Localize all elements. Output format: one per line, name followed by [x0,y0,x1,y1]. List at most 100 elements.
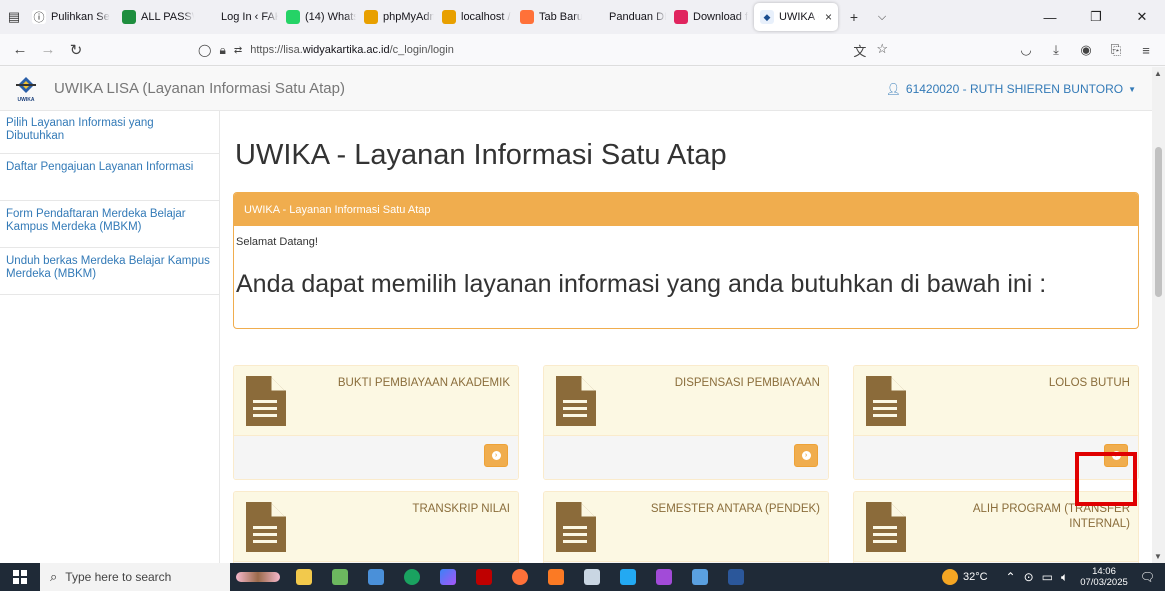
windows-start-icon[interactable] [0,563,40,591]
close-window-icon[interactable]: ✕ [1119,0,1165,34]
weather-widget[interactable]: 32°C [941,569,988,585]
filezilla-icon[interactable] [466,563,502,591]
sidebar-item-form-mbkm[interactable]: Form Pendaftaran Merdeka Belajar Kampus … [0,201,219,248]
url-bar[interactable]: ◯ 🔒︎ ⇄ https://lisa. widyakartika.ac.id/c… [198,37,888,63]
photos-icon[interactable] [322,563,358,591]
card-header: LOLOS BUTUH [854,366,1138,435]
vscode-icon[interactable] [610,563,646,591]
notifications-icon[interactable]: 🗨︎ [1140,570,1155,584]
clock[interactable]: 14:06 07/03/2025 [1080,566,1128,588]
open-service-button[interactable]: › [794,444,818,467]
card-footer: › [854,435,1138,479]
scroll-down-icon[interactable]: ▼ [1154,552,1162,561]
sidebar-item-pilih-layanan[interactable]: Pilih Layanan Informasi yang Dibutuhkan [0,111,219,154]
tab-0[interactable]: ⓘ Pulihkan Se [28,0,118,34]
uwika-favicon-icon: ◆ [760,10,774,24]
network-app-icon[interactable] [358,563,394,591]
card-title: SEMESTER ANTARA (PENDEK) [650,503,820,515]
card-title: DISPENSASI PEMBIAYAAN [674,377,820,389]
meet-icon[interactable]: ⊙ [1024,570,1034,584]
blank-icon [590,10,604,24]
forward-icon[interactable]: → [34,36,62,64]
new-tab-icon[interactable]: + [840,0,868,34]
chevron-down-icon[interactable]: ⌵ [868,0,896,34]
system-tray: 32°C ⌃ ⊙ ▭ 🔈︎ 14:06 07/03/2025 🗨︎ [941,563,1165,591]
reload-icon[interactable]: ↻ [62,36,90,64]
tab-list-icon[interactable]: ▤ [0,0,28,34]
tab-active[interactable]: ◆ UWIKA - × [754,3,838,31]
card-title: LOLOS BUTUH [1048,377,1130,389]
extensions-icon[interactable]: ⎘ [1101,36,1131,64]
browser-tab-bar: ▤ ⓘ Pulihkan Se ALL PASSW Log In ‹ FAKULT (1… [0,0,1165,34]
weather-icon [941,569,958,585]
tab-7[interactable]: Panduan DION [586,0,670,34]
chrome-icon[interactable] [394,563,430,591]
tab-5[interactable]: localhost / [438,0,516,34]
tab-1[interactable]: ALL PASSW [118,0,198,34]
xampp-icon[interactable] [538,563,574,591]
open-service-button[interactable]: › [484,444,508,467]
minimize-icon[interactable]: — [1027,0,1073,34]
brand-title[interactable]: UWIKA LISA (Layanan Informasi Satu Atap) [54,80,345,97]
taskbar-search[interactable]: ⌕ Type here to search [40,563,230,591]
messenger-icon[interactable] [646,563,682,591]
uwika-logo[interactable]: UWIKA [14,75,38,103]
volume-icon[interactable]: 🔈︎ [1061,570,1068,585]
account-icon[interactable]: ◉ [1071,36,1101,64]
tab-3[interactable]: (14) WhatsA [282,0,360,34]
sidebar-item-unduh-mbkm[interactable]: Unduh berkas Merdeka Belajar Kampus Merd… [0,248,219,295]
tab-label: Pulihkan Se [51,11,110,23]
pocket-icon[interactable]: ◡ [1011,36,1041,64]
search-icon: ⌕ [50,569,58,584]
open-service-button[interactable]: › [1104,444,1128,467]
network-icon[interactable]: ▭ [1042,570,1053,584]
url-path: /c_login/login [389,44,454,56]
sidebar-item-daftar-pengajuan[interactable]: Daftar Pengajuan Layanan Informasi [0,154,219,201]
card-footer: › [544,435,828,479]
copilot-icon[interactable] [430,563,466,591]
app-icon[interactable] [682,563,718,591]
show-hidden-icon[interactable]: ⌃ [1006,570,1016,584]
page-title: UWIKA - Layanan Informasi Satu Atap [235,139,727,171]
card-header: TRANSKRIP NILAI [234,492,518,561]
permissions-icon[interactable]: ⇄ [234,45,242,56]
back-icon[interactable]: ← [6,36,34,64]
menu-icon[interactable]: ≡ [1131,36,1161,64]
page-scrollbar[interactable]: ▲ ▼ [1152,67,1165,563]
service-card: BUKTI PEMBIAYAAN AKADEMIK › [233,365,519,480]
tab-label: phpMyAdm [383,11,434,23]
document-icon [556,376,596,431]
document-icon [246,502,286,557]
firefox-icon[interactable] [502,563,538,591]
shield-icon[interactable]: ◯ [198,43,211,57]
tab-2[interactable]: Log In ‹ FAKULT [198,0,282,34]
word-icon[interactable] [718,563,754,591]
sidebar-item-label: Unduh berkas Merdeka Belajar Kampus Merd… [6,255,210,280]
sidebar-item-label: Pilih Layanan Informasi yang Dibutuhkan [6,117,154,142]
tab-8[interactable]: Download f [670,0,752,34]
tab-label: Panduan DION [609,11,666,23]
tab-strip: ⓘ Pulihkan Se ALL PASSW Log In ‹ FAKULT (14)… [28,0,752,34]
download-icon[interactable]: ⤓ [1041,36,1071,64]
scroll-up-icon[interactable]: ▲ [1154,69,1162,78]
tab-4[interactable]: phpMyAdm [360,0,438,34]
service-card: SEMESTER ANTARA (PENDEK)› [543,491,829,563]
welcome-subtitle: Anda dapat memilih layanan informasi yan… [236,270,1047,298]
url-host: widyakartika.ac.id [302,44,390,56]
card-footer: › [234,435,518,479]
user-menu[interactable]: 👤︎ 61420020 - RUTH SHIEREN BUNTORO ▼ [886,82,1136,96]
user-icon: 👤︎ [885,82,901,96]
web-page: UWIKA UWIKA LISA (Layanan Informasi Satu… [0,67,1152,563]
translate-icon[interactable]: 文 [853,41,866,60]
search-placeholder: Type here to search [65,570,172,584]
bookmark-star-icon[interactable]: ☆ [876,41,888,60]
logo-text: UWIKA [18,97,35,103]
file-explorer-icon[interactable] [286,563,322,591]
tab-6[interactable]: Tab Baru [516,0,586,34]
firefox-icon [520,10,534,24]
restore-icon[interactable]: ❐ [1073,0,1119,34]
database-icon[interactable] [574,563,610,591]
scroll-thumb[interactable] [1155,147,1162,297]
lock-icon[interactable]: 🔒︎ [219,43,225,58]
close-tab-icon[interactable]: × [825,10,832,24]
